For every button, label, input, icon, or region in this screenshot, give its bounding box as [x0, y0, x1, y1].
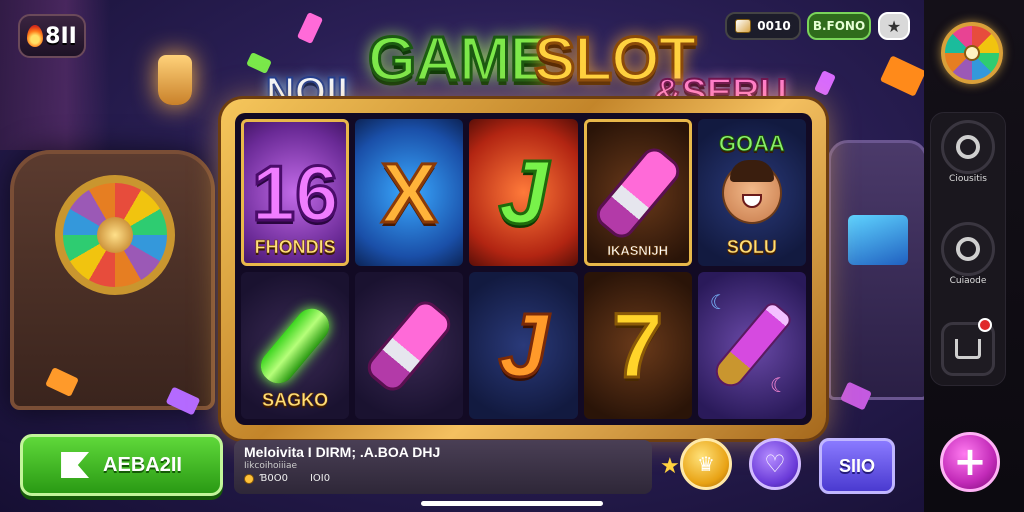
coins-value: 0010	[757, 19, 791, 33]
home-indicator[interactable]	[421, 501, 603, 506]
flag-icon	[61, 452, 90, 478]
reel-cell: GOAA SOLU	[697, 119, 806, 266]
symbol-letter: J	[497, 295, 550, 396]
crown-icon: ♛	[697, 452, 715, 476]
ring-icon	[956, 135, 980, 159]
symbol-number: 7	[611, 294, 665, 397]
info-subtitle: Iikcoihoiiiae	[244, 461, 298, 471]
coins-balance-chip[interactable]: 0010	[725, 12, 801, 40]
symbol-letter: X	[380, 145, 439, 240]
cell-label-top: GOAA	[718, 131, 785, 157]
ring-icon	[956, 237, 980, 261]
reel-cell: ☾ ☾	[697, 272, 806, 419]
play-button[interactable]: AEBA2II	[20, 434, 223, 496]
title-game-word: GAME	[367, 24, 553, 96]
reel-cell: X	[355, 119, 464, 266]
cylinder-icon	[590, 142, 685, 243]
background-wheel-hub	[97, 217, 133, 253]
plus-icon: +	[953, 439, 987, 485]
app-logo-badge[interactable]: 8II	[18, 14, 86, 58]
character-face-icon	[721, 159, 782, 224]
spin-button[interactable]: SIIO	[819, 438, 895, 494]
favorites-button[interactable]: ♡	[749, 438, 801, 490]
sidebar-label-2: Cuiaode	[949, 276, 987, 286]
cylinder-icon	[362, 295, 457, 396]
heart-icon: ♡	[764, 450, 786, 478]
sparkle-star-icon: ★	[660, 454, 680, 479]
info-title: Meloivita I DIRM; .A.BOA DHJ	[244, 444, 441, 460]
flame-icon	[27, 25, 44, 47]
spin-button-label: SIIO	[838, 455, 875, 476]
gold-reward-button[interactable]: ♛	[680, 438, 732, 490]
coin-stack-icon	[735, 19, 752, 33]
bonus-chip[interactable]: B.FONO	[807, 12, 871, 40]
reel-cell: SAGKO	[241, 272, 350, 419]
play-button-label: AEBA2II	[103, 453, 182, 476]
cell-label: SAGKO	[262, 390, 329, 411]
sidebar-label-1: Ciousitis	[949, 174, 987, 184]
inbox-icon	[955, 339, 981, 359]
cell-label: SOLU	[726, 237, 778, 258]
notification-badge	[978, 318, 992, 332]
moon-icon: ☾	[770, 373, 788, 397]
prize-wheel-hub	[964, 45, 980, 61]
reel-cell	[355, 272, 464, 419]
confetti-icon	[814, 70, 836, 96]
moon-icon: ☾	[709, 290, 728, 314]
sidebar-button-1[interactable]	[941, 120, 995, 174]
green-bar-icon	[254, 301, 336, 390]
sidebar-button-2[interactable]	[941, 222, 995, 276]
info-value-1: Ɓ0O0	[260, 473, 288, 484]
background-machine-screen	[848, 215, 908, 265]
favorite-button[interactable]: ★	[878, 12, 910, 40]
info-value-2: IOI0	[309, 473, 331, 484]
reel-cell: IKASNIJH	[583, 119, 692, 266]
coin-icon	[244, 473, 254, 484]
symbol-letter: J	[497, 142, 550, 243]
info-values: Ɓ0O0 IOI0	[244, 473, 642, 484]
info-panel: Meloivita I DIRM; .A.BOA DHJ Iikcoihoiii…	[234, 440, 652, 494]
lamp-decoration	[158, 55, 192, 105]
reel-cell: 7	[583, 272, 692, 419]
symbol-number: 16	[250, 148, 340, 237]
reel-frame: 16 FHONDIS X J IKASNIJH GOAA SOLU SAGKO	[221, 99, 826, 439]
confetti-icon	[879, 55, 927, 97]
reel-cell: J	[469, 272, 578, 419]
bonus-label: B.FONO	[812, 19, 866, 33]
reel-cell: 16 FHONDIS	[241, 119, 350, 266]
slot-reels-grid: 16 FHONDIS X J IKASNIJH GOAA SOLU SAGKO	[235, 113, 812, 425]
logo-text: 8II	[45, 23, 77, 49]
cell-label: FHONDIS	[254, 237, 336, 258]
star-icon: ★	[886, 16, 902, 36]
game-scene: 8II NOII GAME SLOT &SERU 0010 B.FONO ★ 1…	[0, 0, 1024, 512]
background-slot-machine-right	[828, 140, 928, 400]
cell-label: IKASNIJH	[607, 243, 669, 259]
add-button[interactable]: +	[940, 432, 1000, 492]
reel-cell: J	[469, 119, 578, 266]
